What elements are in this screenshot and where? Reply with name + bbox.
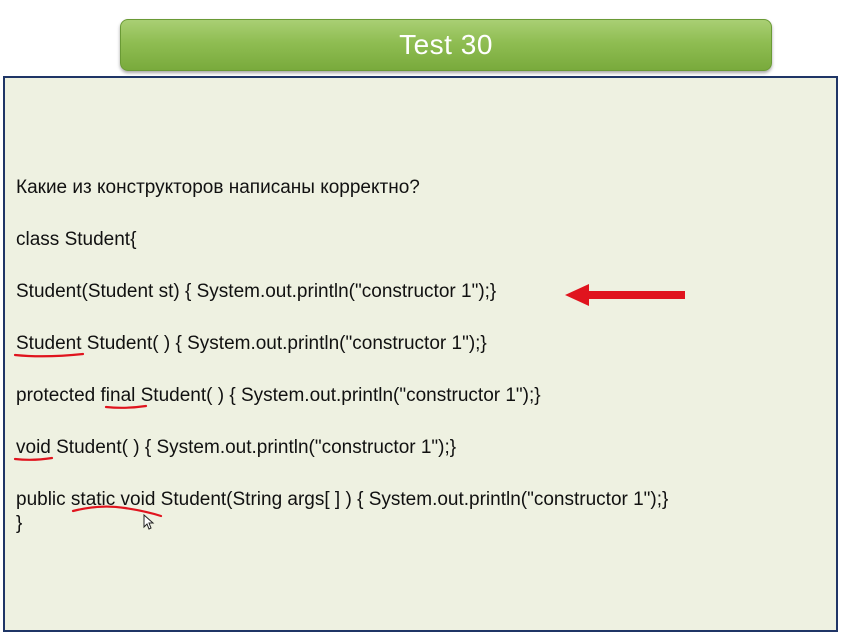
annotation-underlines <box>13 352 163 518</box>
slide-title-bar: Test 30 <box>120 19 772 71</box>
question-text: Какие из конструкторов написаны корректн… <box>16 177 420 198</box>
mouse-pointer-icon <box>143 514 155 530</box>
red-left-arrow-icon <box>565 284 685 306</box>
constructor-option-5: public static void Student(String args[ … <box>16 489 669 510</box>
class-declaration: class Student{ <box>16 229 137 250</box>
slide-title: Test 30 <box>399 29 493 60</box>
constructor-option-2: Student Student( ) { System.out.println(… <box>16 333 487 354</box>
constructor-option-4: void Student( ) { System.out.println("co… <box>16 437 457 458</box>
constructor-option-1: Student(Student st) { System.out.println… <box>16 281 497 302</box>
slide-content: Какие из конструкторов написаны корректн… <box>3 76 838 632</box>
class-closing-brace: } <box>16 513 23 534</box>
constructor-option-3: protected final Student( ) { System.out.… <box>16 385 541 406</box>
